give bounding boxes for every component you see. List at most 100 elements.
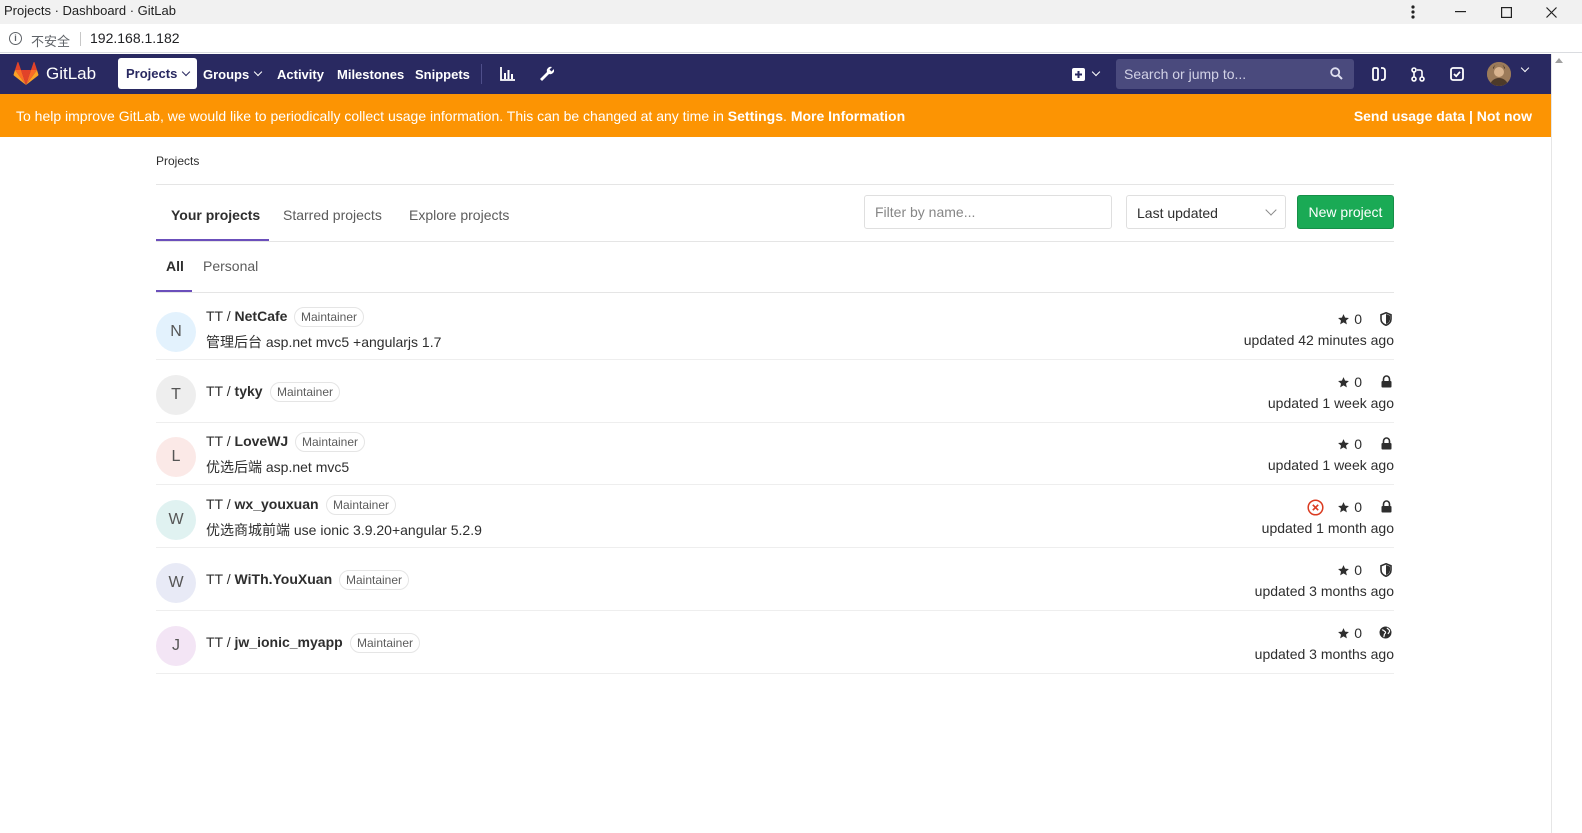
updated-at: updated 3 months ago bbox=[1254, 583, 1394, 599]
subtab-personal[interactable]: Personal bbox=[203, 258, 258, 274]
project-namespace: TT / bbox=[206, 496, 235, 512]
nav-groups-dropdown[interactable]: Groups bbox=[203, 54, 263, 94]
browser-menu-icon[interactable] bbox=[1390, 0, 1436, 24]
project-avatar[interactable]: W bbox=[156, 500, 196, 540]
project-name-link[interactable]: TT / WiTh.YouXuan bbox=[206, 571, 332, 587]
sort-selected-label: Last updated bbox=[1137, 205, 1218, 221]
access-role-badge: Maintainer bbox=[270, 382, 341, 402]
project-row[interactable]: L TT / LoveWJ Maintainer 优选后端 asp.net mvc5 0… bbox=[156, 422, 1394, 485]
star-count[interactable]: 0 bbox=[1337, 562, 1362, 578]
security-label[interactable]: 不安全 bbox=[31, 31, 70, 50]
project-stats: 0 bbox=[1194, 311, 1394, 329]
usage-ping-banner: To help improve GitLab, we would like to… bbox=[0, 94, 1551, 137]
not-now-link[interactable]: Not now bbox=[1477, 108, 1532, 124]
address-bar[interactable]: i 不安全 192.168.1.182 bbox=[0, 24, 1582, 53]
star-count[interactable]: 0 bbox=[1337, 436, 1362, 452]
gitlab-navbar: GitLab Projects Groups Activity Mileston… bbox=[0, 54, 1551, 94]
project-avatar[interactable]: N bbox=[156, 312, 196, 352]
breadcrumb-divider bbox=[156, 184, 1394, 185]
star-count[interactable]: 0 bbox=[1337, 625, 1362, 641]
issues-icon[interactable] bbox=[1370, 65, 1388, 83]
updated-at: updated 1 month ago bbox=[1261, 520, 1394, 536]
url-text[interactable]: 192.168.1.182 bbox=[90, 30, 180, 46]
scroll-up-arrow-icon[interactable] bbox=[1555, 58, 1563, 63]
global-search[interactable] bbox=[1116, 59, 1354, 89]
info-icon[interactable]: i bbox=[9, 32, 22, 45]
banner-settings-link[interactable]: Settings bbox=[728, 108, 783, 124]
send-usage-data-link[interactable]: Send usage data bbox=[1354, 108, 1465, 124]
brand-name[interactable]: GitLab bbox=[46, 64, 96, 84]
lock-icon bbox=[1381, 500, 1392, 516]
shield-icon bbox=[1380, 311, 1392, 329]
search-icon[interactable] bbox=[1330, 67, 1343, 83]
chevron-down-icon bbox=[1265, 204, 1277, 216]
new-project-button[interactable]: New project bbox=[1297, 195, 1394, 229]
todo-icon[interactable] bbox=[1448, 65, 1466, 83]
nav-projects-dropdown[interactable]: Projects bbox=[118, 58, 198, 89]
banner-more-info-link[interactable]: More Information bbox=[791, 108, 905, 124]
page-scrollbar[interactable] bbox=[1551, 54, 1568, 833]
project-row[interactable]: N TT / NetCafe Maintainer 管理后台 asp.net mvc5… bbox=[156, 297, 1394, 360]
project-name: WiTh.YouXuan bbox=[234, 571, 333, 587]
nav-milestones-link[interactable]: Milestones bbox=[337, 54, 404, 94]
project-namespace: TT / bbox=[206, 571, 235, 587]
project-avatar[interactable]: J bbox=[156, 626, 196, 666]
chevron-down-icon[interactable] bbox=[1520, 63, 1530, 73]
project-stats: 0 bbox=[1194, 374, 1394, 392]
nav-activity-link[interactable]: Activity bbox=[277, 54, 324, 94]
project-namespace: TT / bbox=[206, 433, 235, 449]
tab-starred-projects[interactable]: Starred projects bbox=[283, 194, 382, 242]
project-stats: 0 bbox=[1194, 499, 1394, 517]
project-avatar[interactable]: T bbox=[156, 375, 196, 415]
project-row[interactable]: J TT / jw_ionic_myapp Maintainer 0 updated 3… bbox=[156, 611, 1394, 674]
close-icon[interactable] bbox=[1528, 0, 1574, 24]
star-count-value: 0 bbox=[1354, 374, 1362, 390]
tab-explore-projects[interactable]: Explore projects bbox=[409, 194, 509, 242]
subtab-all[interactable]: All bbox=[166, 258, 184, 274]
star-count[interactable]: 0 bbox=[1337, 311, 1362, 327]
wrench-icon[interactable] bbox=[537, 65, 555, 83]
project-name-link[interactable]: TT / tyky bbox=[206, 383, 263, 399]
project-name: LoveWJ bbox=[234, 433, 289, 449]
star-count-value: 0 bbox=[1354, 625, 1362, 641]
updated-at: updated 3 months ago bbox=[1254, 646, 1394, 662]
merge-request-icon[interactable] bbox=[1409, 65, 1427, 83]
star-count-value: 0 bbox=[1354, 562, 1362, 578]
sort-dropdown[interactable]: Last updated bbox=[1126, 195, 1286, 229]
banner-text: To help improve GitLab, we would like to… bbox=[16, 108, 724, 124]
access-role-badge: Maintainer bbox=[326, 495, 397, 515]
project-row[interactable]: W TT / WiTh.YouXuan Maintainer 0 updated 3 m… bbox=[156, 548, 1394, 611]
tabs-divider bbox=[156, 241, 1394, 242]
project-row[interactable]: T TT / tyky Maintainer 0 updated 1 week ago bbox=[156, 360, 1394, 423]
nav-snippets-link[interactable]: Snippets bbox=[415, 54, 470, 94]
project-name-link[interactable]: TT / LoveWJ bbox=[206, 433, 288, 449]
pipeline-failed-icon[interactable] bbox=[1307, 499, 1324, 519]
project-name-link[interactable]: TT / NetCafe bbox=[206, 308, 287, 324]
project-name-link[interactable]: TT / wx_youxuan bbox=[206, 496, 319, 512]
new-item-dropdown[interactable] bbox=[1069, 65, 1101, 83]
project-name-link[interactable]: TT / jw_ionic_myapp bbox=[206, 634, 343, 650]
user-avatar[interactable] bbox=[1487, 62, 1511, 86]
tab-your-projects[interactable]: Your projects bbox=[171, 194, 260, 242]
star-count[interactable]: 0 bbox=[1337, 499, 1362, 515]
project-stats: 0 bbox=[1194, 625, 1394, 643]
shield-icon bbox=[1380, 562, 1392, 580]
breadcrumb[interactable]: Projects bbox=[156, 154, 199, 168]
project-avatar[interactable]: L bbox=[156, 437, 196, 477]
project-avatar[interactable]: W bbox=[156, 563, 196, 603]
access-role-badge: Maintainer bbox=[294, 307, 365, 327]
project-row[interactable]: W TT / wx_youxuan Maintainer 优选商城前端 use ion… bbox=[156, 485, 1394, 548]
plus-square-icon bbox=[1071, 67, 1085, 81]
chart-icon[interactable] bbox=[498, 65, 516, 83]
star-icon bbox=[1337, 564, 1354, 577]
updated-at: updated 42 minutes ago bbox=[1243, 332, 1394, 348]
star-count[interactable]: 0 bbox=[1337, 374, 1362, 390]
search-input[interactable] bbox=[1124, 65, 1324, 83]
filter-by-name-input[interactable] bbox=[864, 195, 1112, 229]
maximize-icon[interactable] bbox=[1483, 0, 1529, 24]
project-name: jw_ionic_myapp bbox=[234, 634, 343, 650]
minimize-icon[interactable] bbox=[1437, 0, 1483, 24]
project-stats: 0 bbox=[1194, 562, 1394, 580]
project-namespace: TT / bbox=[206, 308, 235, 324]
gitlab-logo-icon[interactable] bbox=[13, 62, 39, 86]
